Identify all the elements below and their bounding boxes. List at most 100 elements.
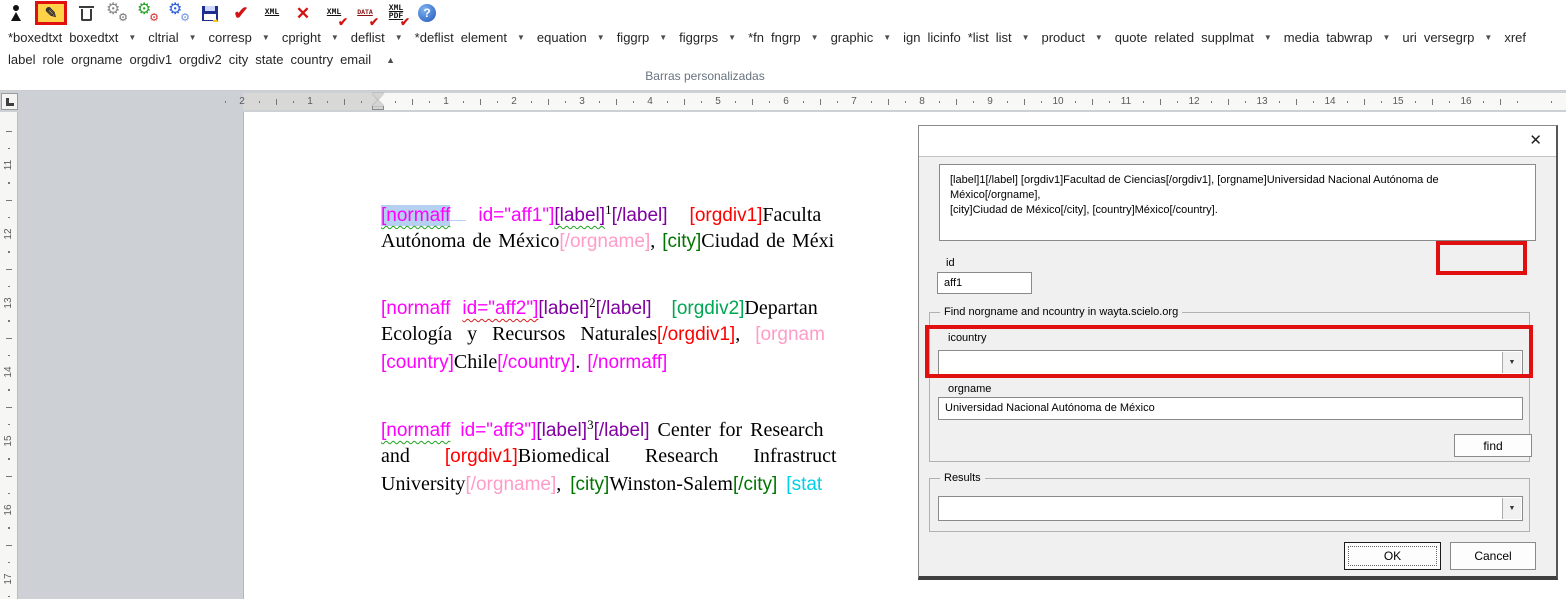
markup-button-boxedtxt[interactable]: boxedtxt bbox=[69, 30, 118, 45]
markup-tag: [orgdiv2] bbox=[672, 298, 745, 319]
markup-button-element[interactable]: element bbox=[461, 30, 507, 45]
markup-button-versegrp[interactable]: versegrp bbox=[1424, 30, 1475, 45]
affiliation-button-city[interactable]: city bbox=[229, 52, 249, 67]
affiliation-button-email[interactable]: email bbox=[340, 52, 371, 67]
markup-button-tabwrap[interactable]: tabwrap bbox=[1326, 30, 1372, 45]
markup-button-related[interactable]: related bbox=[1154, 30, 1194, 45]
horizontal-ruler[interactable]: 2112345678910111213141516 bbox=[18, 92, 1566, 111]
markup-button-uri[interactable]: uri bbox=[1402, 30, 1416, 45]
markup-button-list[interactable]: *list bbox=[968, 30, 989, 45]
cancel-button[interactable]: Cancel bbox=[1450, 542, 1536, 570]
left-indent-icon[interactable] bbox=[372, 106, 384, 110]
chevron-down-icon[interactable]: ▼ bbox=[597, 33, 605, 42]
first-line-indent-icon[interactable] bbox=[372, 93, 384, 100]
affiliation-preview-textbox[interactable]: [label]1[/label] [orgdiv1]Facultad de Ci… bbox=[939, 164, 1536, 241]
ruler-number: 9 bbox=[987, 92, 993, 111]
chevron-down-icon[interactable]: ▼ bbox=[128, 33, 136, 42]
markup-tag: [label] bbox=[538, 298, 589, 319]
chevron-down-icon[interactable]: ▼ bbox=[1484, 33, 1492, 42]
gears-blue-icon[interactable]: ⚙⚙ bbox=[167, 1, 191, 25]
markup-button-quote[interactable]: quote bbox=[1115, 30, 1148, 45]
markup-tag: id="aff3"] bbox=[460, 420, 536, 441]
markup-button-media[interactable]: media bbox=[1284, 30, 1319, 45]
ok-button[interactable]: OK bbox=[1344, 542, 1441, 570]
markup-button-product[interactable]: product bbox=[1042, 30, 1085, 45]
close-icon[interactable]: ✕ bbox=[1529, 132, 1542, 150]
results-combobox[interactable]: ▼ bbox=[938, 496, 1523, 521]
chevron-down-icon[interactable]: ▼ bbox=[1264, 33, 1272, 42]
xml-pdf-check-icon[interactable]: XML PDF✔ bbox=[384, 1, 408, 25]
delete-x-icon[interactable]: ✕ bbox=[291, 1, 315, 25]
gears-colored-icon[interactable]: ⚙⚙ bbox=[136, 1, 160, 25]
affiliation-button-label[interactable]: label bbox=[8, 52, 35, 67]
help-icon[interactable]: ? bbox=[415, 1, 439, 25]
pencil-icon[interactable]: ✎ bbox=[35, 1, 67, 25]
chevron-down-icon[interactable]: ▼ bbox=[883, 33, 891, 42]
chevron-down-icon[interactable]: ▼ bbox=[331, 33, 339, 42]
markup-button-figgrp[interactable]: figgrp bbox=[617, 30, 650, 45]
chevron-down-icon[interactable]: ▼ bbox=[189, 33, 197, 42]
markup-button-cpright[interactable]: cpright bbox=[282, 30, 321, 45]
ruler-number: 8 bbox=[919, 92, 925, 111]
indent-marker[interactable] bbox=[372, 93, 384, 111]
markup-button-deflist[interactable]: deflist bbox=[351, 30, 385, 45]
vertical-ruler[interactable]: 11121314151617 bbox=[0, 112, 18, 599]
check-icon[interactable]: ✔ bbox=[229, 1, 253, 25]
affiliation-button-role[interactable]: role bbox=[42, 52, 64, 67]
orgname-field[interactable]: Universidad Nacional Autónoma de México bbox=[938, 397, 1523, 420]
chevron-down-icon[interactable]: ▼ bbox=[811, 33, 819, 42]
chevron-down-icon[interactable]: ▼ bbox=[262, 33, 270, 42]
person-icon[interactable] bbox=[4, 1, 28, 25]
chevron-down-icon[interactable]: ▼ bbox=[1502, 498, 1521, 519]
orgname-label: orgname bbox=[948, 383, 991, 395]
doc-text-run: University bbox=[381, 473, 465, 495]
icountry-combobox[interactable]: ▼ bbox=[938, 350, 1523, 375]
chevron-down-icon[interactable]: ▼ bbox=[659, 33, 667, 42]
affiliation-button-state[interactable]: state bbox=[255, 52, 283, 67]
trash-icon[interactable] bbox=[74, 1, 98, 25]
markup-button-ign[interactable]: ign bbox=[903, 30, 920, 45]
markup-button-licinfo[interactable]: licinfo bbox=[927, 30, 960, 45]
markup-button-equation[interactable]: equation bbox=[537, 30, 587, 45]
trash-lid bbox=[79, 6, 94, 8]
dialog-title-bar[interactable]: ✕ bbox=[919, 126, 1556, 157]
chevron-down-icon[interactable]: ▼ bbox=[517, 33, 525, 42]
data-check-icon[interactable]: DATA✔ bbox=[353, 1, 377, 25]
markup-button-cltrial[interactable]: cltrial bbox=[148, 30, 178, 45]
chevron-down-icon[interactable]: ▼ bbox=[395, 33, 403, 42]
ruler-tick bbox=[1245, 101, 1246, 103]
markup-button-boxedtxt[interactable]: *boxedtxt bbox=[8, 30, 62, 45]
affiliation-button-country[interactable]: country bbox=[290, 52, 333, 67]
ruler-tick bbox=[599, 101, 600, 103]
markup-button-list[interactable]: list bbox=[996, 30, 1012, 45]
affiliation-button-orgname[interactable]: orgname bbox=[71, 52, 122, 67]
collapse-toolbar-icon[interactable]: ▲ bbox=[386, 55, 395, 65]
markup-button-corresp[interactable]: corresp bbox=[209, 30, 252, 45]
justify-gap bbox=[450, 313, 462, 314]
save-icon[interactable] bbox=[198, 1, 222, 25]
tab-stop-selector[interactable] bbox=[1, 93, 18, 110]
markup-button-fn[interactable]: *fn bbox=[748, 30, 764, 45]
chevron-down-icon[interactable]: ▼ bbox=[1022, 33, 1030, 42]
chevron-down-icon[interactable]: ▼ bbox=[1502, 352, 1521, 373]
xml-icon[interactable]: XML bbox=[260, 1, 284, 25]
find-button[interactable]: find bbox=[1454, 434, 1532, 457]
markup-button-graphic[interactable]: graphic bbox=[831, 30, 874, 45]
affiliation-button-orgdiv2[interactable]: orgdiv2 bbox=[179, 52, 222, 67]
id-field[interactable]: aff1 bbox=[937, 272, 1032, 294]
question-mark-shape: ? bbox=[418, 4, 436, 22]
find-group: Find norgname and ncountry in wayta.scie… bbox=[929, 312, 1530, 462]
markup-button-deflist[interactable]: *deflist bbox=[415, 30, 454, 45]
markup-button-xref[interactable]: xref bbox=[1504, 30, 1526, 45]
markup-button-supplmat[interactable]: supplmat bbox=[1201, 30, 1254, 45]
gears-gray-icon[interactable]: ⚙⚙ bbox=[105, 1, 129, 25]
markup-button-figgrps[interactable]: figgrps bbox=[679, 30, 718, 45]
markup-button-fngrp[interactable]: fngrp bbox=[771, 30, 801, 45]
chevron-down-icon[interactable]: ▼ bbox=[728, 33, 736, 42]
xml-check-icon[interactable]: XML✔ bbox=[322, 1, 346, 25]
affiliation-button-orgdiv1[interactable]: orgdiv1 bbox=[129, 52, 172, 67]
chevron-down-icon[interactable]: ▼ bbox=[1382, 33, 1390, 42]
person-head bbox=[13, 5, 19, 11]
chevron-down-icon[interactable]: ▼ bbox=[1095, 33, 1103, 42]
hanging-indent-icon[interactable] bbox=[372, 100, 384, 106]
